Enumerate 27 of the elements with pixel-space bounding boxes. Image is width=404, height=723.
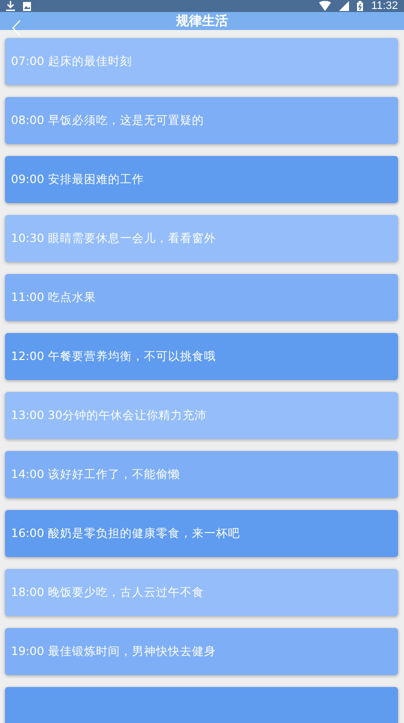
page-title: 规律生活 xyxy=(176,13,228,30)
schedule-card[interactable]: 14:00 该好好工作了，不能偷懒 xyxy=(5,451,398,498)
schedule-card[interactable]: 19:00 最佳锻炼时间，男神快快去健身 xyxy=(5,628,398,675)
card-text: 10:30 眼睛需要休息一会儿，看看窗外 xyxy=(11,231,216,246)
schedule-card[interactable]: 12:00 午餐要营养均衡，不可以挑食哦 xyxy=(5,333,398,380)
card-text: 07:00 起床的最佳时刻 xyxy=(11,54,132,69)
schedule-card[interactable]: 18:00 晚饭要少吃，古人云过午不食 xyxy=(5,569,398,616)
card-text: 09:00 安排最困难的工作 xyxy=(11,172,144,187)
card-text: 13:00 30分钟的午休会让你精力充沛 xyxy=(11,408,206,423)
card-text: 16:00 酸奶是零负担的健康零食，来一杯吧 xyxy=(11,526,240,541)
card-text: 11:00 吃点水果 xyxy=(11,290,96,305)
schedule-card[interactable]: 08:00 早饭必须吃，这是无可置疑的 xyxy=(5,97,398,144)
wifi-icon xyxy=(319,1,332,11)
card-text: 08:00 早饭必须吃，这是无可置疑的 xyxy=(11,113,204,128)
card-text: 18:00 晚饭要少吃，古人云过午不食 xyxy=(11,585,204,600)
schedule-card[interactable]: 11:00 吃点水果 xyxy=(5,274,398,321)
schedule-card[interactable]: 10:30 眼睛需要休息一会儿，看看窗外 xyxy=(5,215,398,262)
card-text: 12:00 午餐要营养均衡，不可以挑食哦 xyxy=(11,349,216,364)
schedule-card[interactable]: 16:00 酸奶是零负担的健康零食，来一杯吧 xyxy=(5,510,398,557)
download-icon xyxy=(6,1,15,11)
back-icon xyxy=(12,20,20,36)
schedule-card[interactable]: 09:00 安排最困难的工作 xyxy=(5,156,398,203)
card-text: 14:00 该好好工作了，不能偷懒 xyxy=(11,467,180,482)
schedule-card[interactable]: 13:00 30分钟的午休会让你精力充沛 xyxy=(5,392,398,439)
card-text: 19:00 最佳锻炼时间，男神快快去健身 xyxy=(11,644,216,659)
status-time: 11:32 xyxy=(371,0,398,12)
schedule-card[interactable]: 07:00 起床的最佳时刻 xyxy=(5,38,398,85)
